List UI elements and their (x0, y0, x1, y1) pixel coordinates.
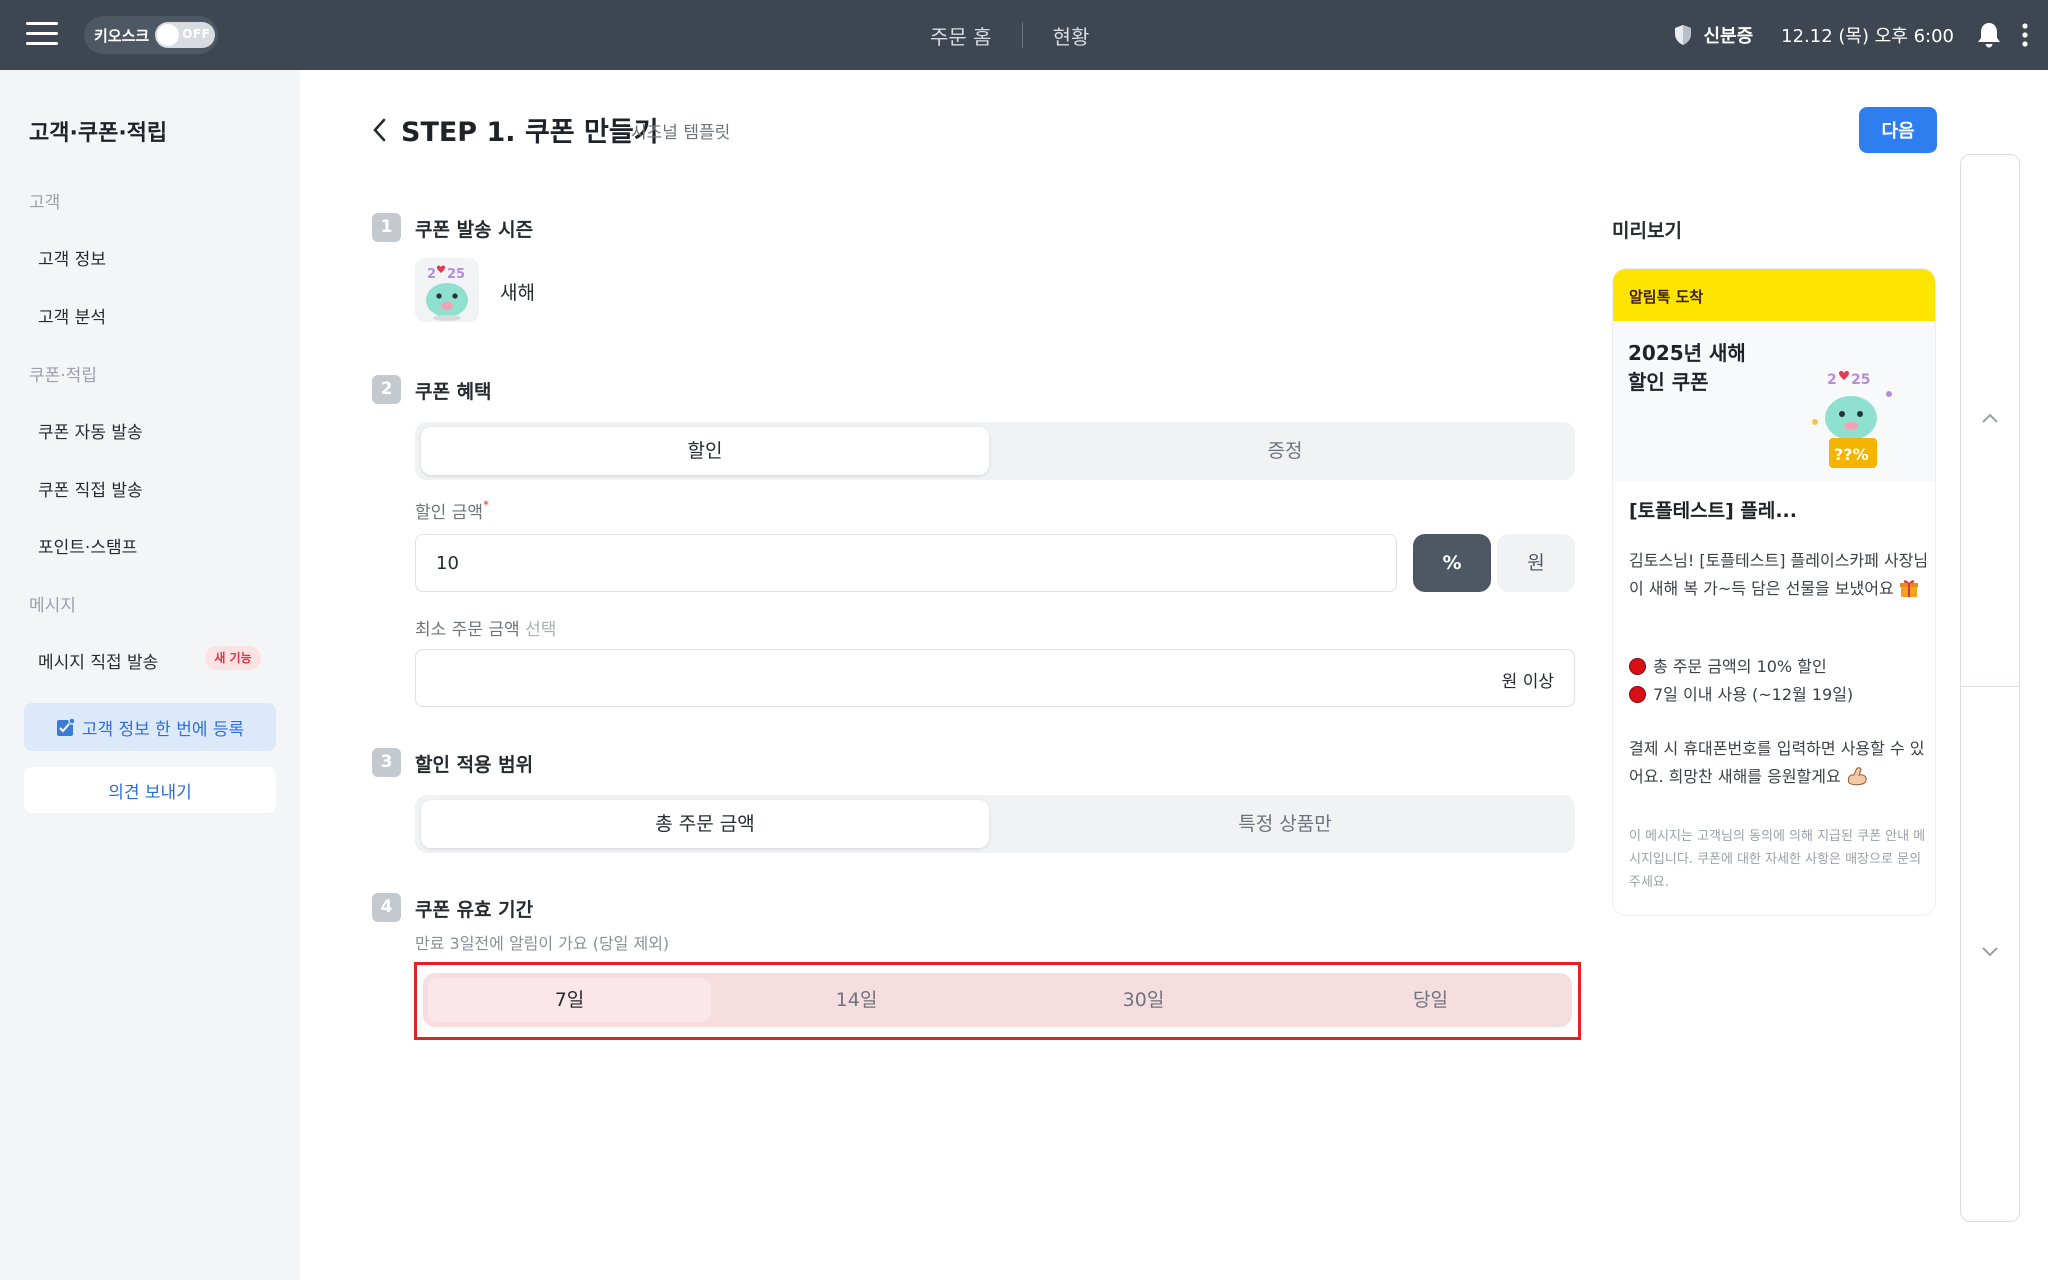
tab-specific-product[interactable]: 특정 상품만 (1001, 800, 1569, 848)
option-same-day[interactable]: 당일 (1289, 978, 1572, 1022)
chevron-down-icon[interactable] (1980, 945, 2000, 959)
season-thumbnail: 2 25 (415, 258, 479, 322)
top-bar: 키오스크 OFF 주문 홈 현황 신분증 12.12 (목) 오후 6:00 (0, 0, 2048, 70)
required-mark: * (482, 498, 489, 512)
validity-hint: 만료 3일전에 알림이 가요 (당일 제외) (415, 934, 670, 953)
sidebar-item-customer-info[interactable]: 고객 정보 (38, 245, 106, 270)
back-chevron-icon[interactable] (370, 116, 388, 144)
nav-order-home[interactable]: 주문 홈 (930, 21, 992, 50)
validity-selector: 7일 14일 30일 당일 (423, 973, 1572, 1027)
validity-highlight-frame: 7일 14일 30일 당일 (414, 962, 1581, 1040)
option-30-days[interactable]: 30일 (1002, 978, 1285, 1022)
sidebar-item-customer-analysis[interactable]: 고객 분석 (38, 303, 106, 328)
step-number-2: 2 (372, 375, 401, 404)
coupon-hero-title: 2025년 새해 할인 쿠폰 (1628, 341, 1746, 394)
option-14-days[interactable]: 14일 (715, 978, 998, 1022)
min-order-label: 최소 주문 금액 선택 (415, 620, 557, 640)
min-order-suffix: 원 이상 (1501, 672, 1554, 692)
optional-tag: 선택 (525, 620, 557, 640)
register-icon (56, 717, 76, 736)
svg-text:25: 25 (447, 267, 465, 282)
step-number-3: 3 (372, 748, 401, 777)
step-title-benefit: 쿠폰 혜택 (415, 381, 492, 403)
scope-selector: 총 주문 금액 특정 상품만 (415, 795, 1575, 853)
datetime: 12.12 (목) 오후 6:00 (1781, 26, 1954, 47)
preview-title: 미리보기 (1612, 220, 1682, 242)
step-title-season: 쿠폰 발송 시즌 (415, 219, 534, 241)
menu-icon[interactable] (26, 22, 58, 46)
new-feature-badge: 새 기능 (205, 646, 261, 670)
id-verify-label[interactable]: 신분증 (1703, 22, 1753, 48)
usage-message: 결제 시 휴대폰번호를 입력하면 사용할 수 있어요. 희망찬 새해를 응원할게… (1629, 739, 1925, 786)
unit-won-button[interactable]: 원 (1497, 534, 1575, 592)
alimtalk-header: 알림톡 도착 (1613, 269, 1935, 321)
sidebar-title: 고객·쿠폰·적립 (29, 121, 168, 146)
season-label: 새해 (500, 282, 535, 304)
greeting-message: 김토스님! [토플테스트] 플레이스카페 사장님이 새해 복 가~득 담은 선물… (1629, 551, 1929, 598)
benefit-type-selector: 할인 증정 (415, 422, 1575, 480)
tab-gift[interactable]: 증정 (1001, 427, 1569, 475)
scroll-divider (1961, 686, 2019, 687)
top-nav: 주문 홈 현황 (930, 0, 1089, 70)
shield-icon (1675, 25, 1692, 45)
store-name: [토플테스트] 플레... (1629, 500, 1797, 522)
hero-badge-text: ??% (1834, 445, 1869, 464)
discount-amount-label: 할인 금액* (415, 498, 489, 523)
sidebar-item-coupon-auto[interactable]: 쿠폰 자동 발송 (38, 418, 143, 443)
more-vertical-icon[interactable] (2022, 23, 2028, 47)
preview-fineprint: 이 메시지는 고객님의 동의에 의해 지급된 쿠폰 안내 메시지입니다. 쿠폰에… (1629, 829, 1926, 890)
tab-discount[interactable]: 할인 (421, 427, 989, 475)
svg-text:2: 2 (427, 267, 436, 282)
register-customers-button[interactable]: 고객 정보 한 번에 등록 (24, 703, 276, 751)
page-subtitle: 시즈널 템플릿 (631, 123, 731, 143)
nav-divider (1021, 22, 1023, 48)
sidebar-group-message: 메시지 (29, 596, 76, 616)
sidebar-group-coupon: 쿠폰·적립 (29, 366, 97, 386)
kiosk-label: 키오스크 (94, 26, 150, 45)
step-title-scope: 할인 적용 범위 (415, 754, 534, 776)
snake-coupon-mascot-icon: 2 25 ??% (1812, 370, 1892, 468)
nav-status[interactable]: 현황 (1053, 21, 1090, 50)
step-number-4: 4 (372, 893, 401, 922)
discount-amount-input[interactable] (415, 534, 1397, 592)
chevron-up-icon[interactable] (1980, 411, 2000, 425)
bell-icon[interactable] (1976, 21, 2002, 49)
svg-text:25: 25 (1851, 372, 1870, 388)
step-number-1: 1 (372, 213, 401, 242)
preview-card: 알림톡 도착 2025년 새해 할인 쿠폰 2 25 ??% [토플테스트] 플… (1612, 268, 1936, 916)
sidebar-item-point-stamp[interactable]: 포인트·스탬프 (38, 533, 137, 558)
snake-mascot-icon: 2 25 (426, 265, 468, 321)
top-right: 신분증 12.12 (목) 오후 6:00 (1673, 0, 2028, 70)
register-label: 고객 정보 한 번에 등록 (81, 719, 245, 740)
feedback-button[interactable]: 의견 보내기 (24, 767, 276, 813)
step-title-validity: 쿠폰 유효 기간 (415, 899, 534, 921)
kiosk-toggle[interactable]: OFF (155, 22, 216, 48)
flexed-arm-icon (1847, 767, 1867, 786)
toggle-knob (157, 24, 180, 46)
coupon-bullet-1: 총 주문 금액의 10% 할인 (1629, 653, 1929, 681)
min-order-input[interactable]: 원 이상 (415, 649, 1575, 707)
unit-percent-button[interactable]: % (1413, 534, 1491, 592)
next-button[interactable]: 다음 (1859, 107, 1937, 153)
svg-text:2: 2 (1827, 372, 1837, 388)
toggle-state: OFF (182, 27, 211, 41)
red-dot-icon (1629, 658, 1646, 675)
sidebar-item-coupon-direct[interactable]: 쿠폰 직접 발송 (38, 476, 143, 501)
scroll-panel (1960, 154, 2020, 1222)
sidebar-item-message-direct[interactable]: 메시지 직접 발송 (38, 648, 158, 673)
sidebar: 고객·쿠폰·적립 고객 고객 정보 고객 분석 쿠폰·적립 쿠폰 자동 발송 쿠… (0, 70, 300, 1280)
option-7-days[interactable]: 7일 (428, 978, 711, 1022)
gift-icon (1899, 580, 1918, 597)
coupon-hero: 2025년 새해 할인 쿠폰 2 25 ??% (1613, 321, 1935, 481)
sidebar-group-customer: 고객 (29, 193, 61, 213)
coupon-bullet-2: 7일 이내 사용 (~12월 19일) (1629, 681, 1929, 709)
main-content: STEP 1. 쿠폰 만들기 시즈널 템플릿 다음 1 쿠폰 발송 시즌 2 2… (300, 70, 2048, 1280)
red-dot-icon (1629, 686, 1646, 703)
page-title: STEP 1. 쿠폰 만들기 (401, 117, 659, 148)
kiosk-toggle-group: 키오스크 OFF (84, 16, 218, 54)
tab-total-order[interactable]: 총 주문 금액 (421, 800, 989, 848)
